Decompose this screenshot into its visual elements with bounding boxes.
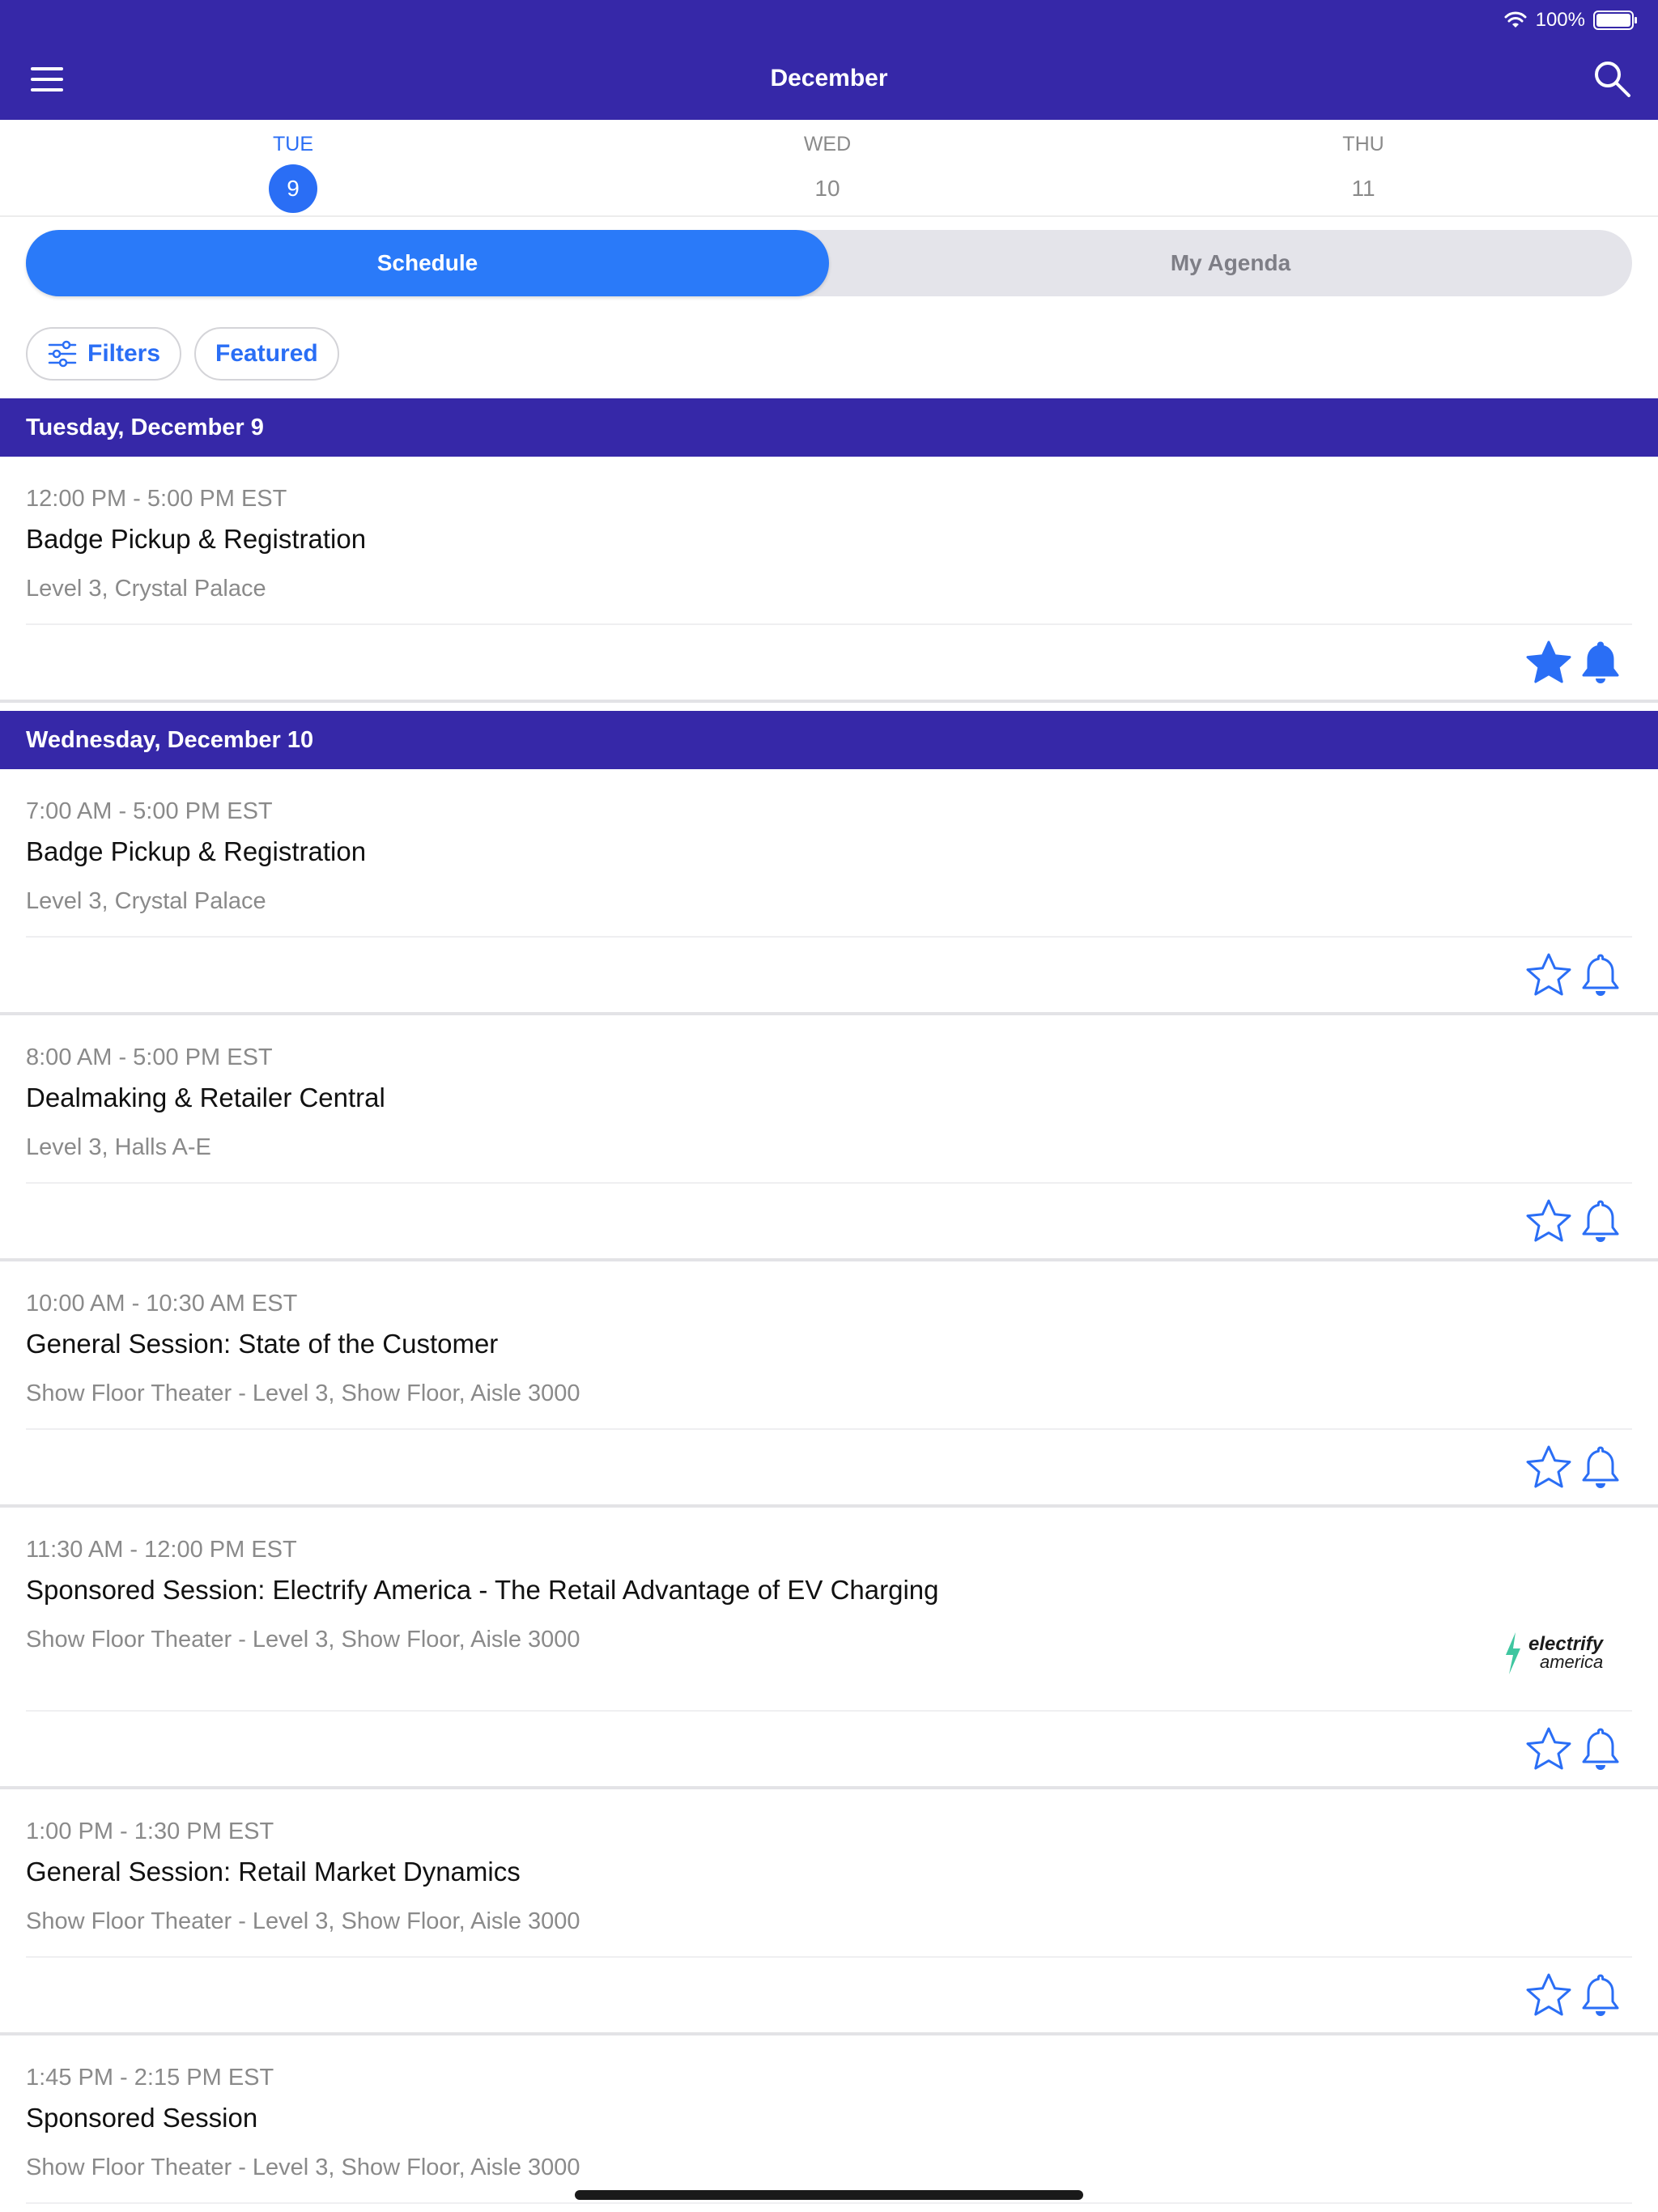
day-tab-thu[interactable]: THU 11 [1096, 120, 1630, 213]
session-time: 10:00 AM - 10:30 AM EST [26, 1291, 298, 1317]
session-actions [0, 1712, 1658, 1786]
app-bar: 100% December [0, 0, 1658, 120]
session-list: Tuesday, December 9 12:00 PM - 5:00 PM E… [0, 398, 1658, 2212]
session-info: 11:30 AM - 12:00 PM EST Sponsored Sessio… [0, 1508, 1658, 1710]
battery-icon [1593, 11, 1637, 30]
sponsor-line2: america [1540, 1652, 1604, 1672]
day-number: 9 [269, 164, 317, 213]
reminder-bell-icon[interactable] [1575, 1971, 1626, 2021]
home-indicator [575, 2190, 1083, 2200]
day-tab-wed[interactable]: WED 10 [560, 120, 1095, 213]
session-title: Badge Pickup & Registration [26, 524, 367, 554]
reminder-bell-icon[interactable] [1575, 1197, 1626, 1247]
sponsor-logo-text: electrify america [1528, 1633, 1604, 1672]
session-location: Level 3, Halls A-E [26, 1134, 211, 1160]
session-item[interactable]: 10:00 AM - 10:30 AM EST General Session:… [0, 1261, 1658, 1508]
session-time: 1:45 PM - 2:15 PM EST [26, 2065, 274, 2091]
bolt-icon [1506, 1632, 1520, 1674]
filters-button[interactable]: Filters [26, 327, 182, 381]
session-title: General Session: State of the Customer [26, 1329, 499, 1359]
sponsor-line1: electrify [1528, 1633, 1604, 1655]
battery-percent: 100% [1535, 9, 1585, 31]
session-actions [0, 1430, 1658, 1504]
session-title: Sponsored Session [26, 2103, 258, 2133]
day-number: 11 [1351, 176, 1375, 201]
session-item[interactable]: 7:00 AM - 5:00 PM EST Badge Pickup & Reg… [0, 769, 1658, 1015]
session-actions [0, 938, 1658, 1012]
day-tab-tue[interactable]: TUE 9 [26, 120, 560, 213]
session-location: Level 3, Crystal Palace [26, 576, 266, 602]
page-title: December [770, 65, 888, 91]
group-gap [0, 703, 1658, 711]
session-location: Show Floor Theater - Level 3, Show Floor… [26, 1627, 580, 1653]
session-item[interactable]: 1:00 PM - 1:30 PM EST General Session: R… [0, 1789, 1658, 2035]
session-actions [0, 2204, 1658, 2212]
session-title: Dealmaking & Retailer Central [26, 1083, 385, 1112]
day-section-header: Tuesday, December 9 [0, 398, 1658, 457]
day-selector: TUE 9 WED 10 THU 11 [0, 120, 1658, 217]
session-time: 7:00 AM - 5:00 PM EST [26, 798, 273, 824]
session-title: Badge Pickup & Registration [26, 836, 367, 866]
session-time: 1:00 PM - 1:30 PM EST [26, 1819, 274, 1844]
session-time: 8:00 AM - 5:00 PM EST [26, 1044, 273, 1070]
day-label: THU [1342, 133, 1384, 155]
view-segmented-control: Schedule My Agenda [26, 230, 1632, 296]
reminder-bell-icon[interactable] [1575, 951, 1626, 1001]
session-item[interactable]: 8:00 AM - 5:00 PM EST Dealmaking & Retai… [0, 1015, 1658, 1261]
session-info: 1:45 PM - 2:15 PM EST Sponsored Session … [0, 2035, 1658, 2202]
session-location: Show Floor Theater - Level 3, Show Floor… [26, 1908, 580, 1934]
sponsor-logo: electrify america [1503, 1629, 1624, 1678]
featured-label: Featured [215, 340, 318, 367]
wifi-icon [1504, 11, 1527, 28]
favorite-star-icon[interactable] [1524, 951, 1574, 1001]
session-actions [0, 1958, 1658, 2032]
session-actions [0, 1184, 1658, 1258]
search-icon[interactable] [1592, 58, 1632, 99]
day-section-header: Wednesday, December 10 [0, 711, 1658, 769]
session-info: 1:00 PM - 1:30 PM EST General Session: R… [0, 1789, 1658, 1956]
favorite-star-icon[interactable] [1524, 1725, 1574, 1775]
featured-button[interactable]: Featured [194, 327, 339, 381]
session-title: Sponsored Session: Electrify America - T… [26, 1575, 939, 1605]
tab-schedule[interactable]: Schedule [26, 230, 829, 296]
status-bar: 100% [1503, 6, 1637, 34]
tab-my-agenda[interactable]: My Agenda [829, 230, 1632, 296]
session-item[interactable]: 12:00 PM - 5:00 PM EST Badge Pickup & Re… [0, 457, 1658, 703]
sliders-icon [48, 340, 77, 368]
session-item[interactable]: 11:30 AM - 12:00 PM EST Sponsored Sessio… [0, 1508, 1658, 1789]
reminder-bell-icon[interactable] [1575, 638, 1626, 688]
filters-label: Filters [87, 340, 161, 367]
session-location: Level 3, Crystal Palace [26, 888, 266, 914]
session-time: 12:00 PM - 5:00 PM EST [26, 486, 287, 512]
favorite-star-icon[interactable] [1524, 1443, 1574, 1493]
reminder-bell-icon[interactable] [1575, 1725, 1626, 1775]
day-label: WED [803, 133, 852, 155]
day-number: 10 [814, 176, 840, 201]
session-info: 8:00 AM - 5:00 PM EST Dealmaking & Retai… [0, 1015, 1658, 1182]
favorite-star-icon[interactable] [1524, 638, 1574, 688]
day-label: TUE [273, 133, 313, 155]
session-title: General Session: Retail Market Dynamics [26, 1857, 521, 1887]
session-location: Show Floor Theater - Level 3, Show Floor… [26, 1380, 580, 1406]
favorite-star-icon[interactable] [1524, 1971, 1574, 2021]
session-actions [0, 625, 1658, 700]
filter-chips: Filters Featured [26, 327, 339, 381]
session-item[interactable]: 1:45 PM - 2:15 PM EST Sponsored Session … [0, 2035, 1658, 2212]
session-time: 11:30 AM - 12:00 PM EST [26, 1537, 297, 1563]
favorite-star-icon[interactable] [1524, 1197, 1574, 1247]
reminder-bell-icon[interactable] [1575, 1443, 1626, 1493]
session-info: 10:00 AM - 10:30 AM EST General Session:… [0, 1261, 1658, 1428]
session-info: 12:00 PM - 5:00 PM EST Badge Pickup & Re… [0, 457, 1658, 623]
session-info: 7:00 AM - 5:00 PM EST Badge Pickup & Reg… [0, 769, 1658, 936]
